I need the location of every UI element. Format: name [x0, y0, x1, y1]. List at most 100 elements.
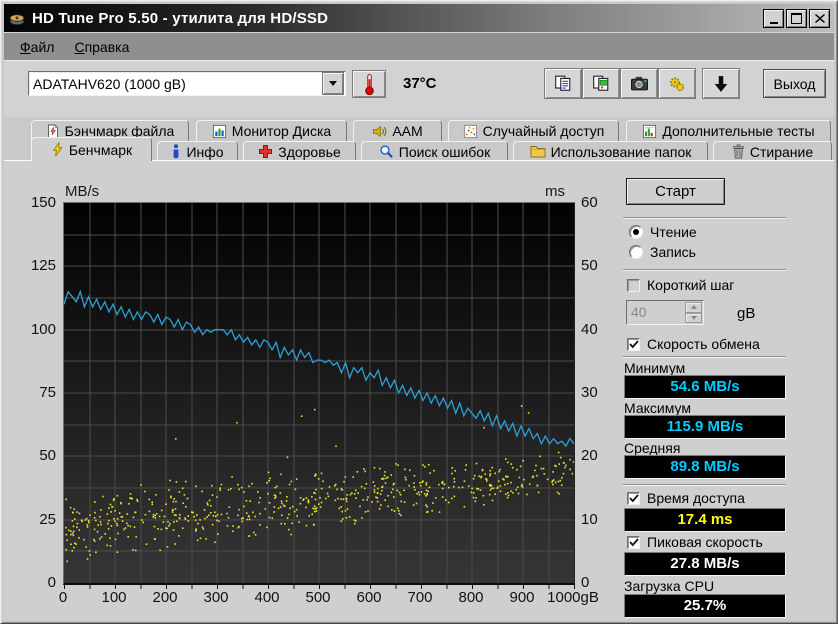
y-left-tick: 100 [31, 321, 56, 338]
menu-file[interactable]: Файл [10, 36, 64, 58]
stride-stepper[interactable]: 40 [626, 300, 704, 325]
tab-disk-monitor[interactable]: Монитор Диска [196, 120, 347, 141]
minimize-button[interactable] [763, 9, 784, 28]
tab-extra-tests[interactable]: Дополнительные тесты [626, 120, 831, 141]
temperature-value: 37°C [403, 75, 437, 92]
y-left-tick: 125 [31, 257, 56, 274]
tab-label: Стирание [750, 144, 813, 160]
window-title: HD Tune Pro 5.50 - утилита для HD/SSD [32, 10, 328, 27]
short-stride-label: Короткий шаг [647, 277, 734, 293]
y-left-axis-title: MB/s [65, 183, 99, 200]
grid-lines [64, 203, 574, 583]
checkbox-icon[interactable] [627, 338, 640, 351]
benchmark-page: MB/s ms 1501251007550250 6050403020100 0… [4, 160, 834, 620]
radio-icon[interactable] [629, 245, 643, 259]
y-left-tick: 150 [31, 194, 56, 211]
menu-help[interactable]: Справка [64, 36, 139, 58]
transfer-rate-checkbox[interactable]: Скорость обмена [627, 336, 760, 352]
write-radio[interactable]: Запись [629, 244, 696, 260]
access-time-label: Время доступа [647, 490, 745, 506]
tab-label: Бенчмарк [69, 142, 132, 158]
check-icon [629, 340, 639, 349]
y-right-tick-labels: 6050403020100 [579, 202, 619, 582]
x-tick: 1000gB [543, 589, 603, 606]
title-bar[interactable]: HD Tune Pro 5.50 - утилита для HD/SSD [4, 4, 834, 32]
tab-label: AAM [392, 123, 422, 139]
y-right-tick: 60 [581, 194, 598, 211]
checkbox-icon[interactable] [627, 279, 640, 292]
benchmark-icon [51, 142, 64, 157]
copy-text-icon [554, 75, 572, 92]
copy-image-button[interactable] [582, 68, 620, 99]
checkbox-icon[interactable] [627, 536, 640, 549]
minimum-value: 54.6 MB/s [624, 375, 786, 399]
speaker-icon [372, 124, 387, 139]
copy-text-button[interactable] [544, 68, 582, 99]
short-stride-checkbox[interactable]: Короткий шаг [627, 277, 734, 293]
maximize-button[interactable] [786, 9, 807, 28]
stepper-up-icon[interactable] [685, 302, 702, 313]
radio-icon[interactable] [629, 225, 643, 239]
y-right-tick: 30 [581, 384, 598, 401]
scatter-icon [463, 124, 478, 139]
y-left-tick: 75 [39, 384, 56, 401]
app-icon [8, 9, 26, 27]
read-radio-label: Чтение [650, 224, 697, 240]
options-button[interactable] [658, 68, 696, 99]
tab-aam[interactable]: AAM [353, 120, 442, 141]
checkbox-icon[interactable] [627, 492, 640, 505]
drive-select[interactable]: ADATAHV620 (1000 gB) [28, 71, 346, 96]
toolbar: ADATAHV620 (1000 gB) 37°C [4, 60, 834, 117]
tab-label: Монитор Диска [232, 123, 331, 139]
start-button[interactable]: Старт [626, 178, 725, 205]
y-right-tick: 20 [581, 447, 598, 464]
x-axis-tick-labels: 01002003004005006007008009001000gB [63, 589, 623, 609]
exit-button[interactable]: Выход [763, 69, 826, 98]
y-right-axis-title: ms [545, 183, 565, 200]
stride-value: 40 [627, 301, 684, 324]
screenshot-button[interactable] [620, 68, 658, 99]
stepper-down-icon[interactable] [685, 313, 702, 324]
chevron-down-icon[interactable] [322, 72, 344, 95]
minimum-label: Минимум [624, 360, 685, 376]
download-arrow-icon [713, 75, 729, 93]
minimize-icon [770, 22, 778, 24]
transfer-rate-label: Скорость обмена [647, 336, 760, 352]
maximum-value: 115.9 MB/s [624, 415, 786, 439]
tab-error-scan[interactable]: Поиск ошибок [361, 141, 508, 161]
download-button[interactable] [702, 68, 740, 99]
app-window: HD Tune Pro 5.50 - утилита для HD/SSD Фа… [0, 0, 838, 624]
tab-info[interactable]: Инфо [157, 141, 238, 161]
search-icon [379, 144, 394, 159]
separator [623, 217, 786, 218]
tab-erase[interactable]: Стирание [713, 141, 832, 161]
separator [623, 269, 786, 270]
read-radio[interactable]: Чтение [629, 224, 697, 240]
separator [623, 356, 786, 357]
access-time-checkbox[interactable]: Время доступа [627, 490, 745, 506]
folder-icon [530, 145, 546, 158]
check-icon [629, 494, 639, 503]
write-radio-label: Запись [650, 244, 696, 260]
tab-random-access[interactable]: Случайный доступ [448, 120, 619, 141]
average-value: 89.8 MB/s [624, 455, 786, 479]
tab-benchmark[interactable]: Бенчмарк [31, 137, 152, 161]
maximize-icon [791, 13, 802, 24]
y-left-tick: 25 [39, 511, 56, 528]
cpu-usage-label: Загрузка CPU [624, 578, 714, 594]
health-cross-icon [258, 144, 273, 159]
burst-rate-label: Пиковая скорость [647, 534, 763, 550]
close-button[interactable] [809, 9, 830, 28]
trash-icon [732, 144, 745, 159]
tab-folder-usage[interactable]: Использование папок [513, 141, 708, 161]
disk-monitor-icon [212, 124, 227, 139]
tab-label: Случайный доступ [483, 123, 605, 139]
y-right-tick: 50 [581, 257, 598, 274]
tab-health[interactable]: Здоровье [243, 141, 356, 161]
tab-label: Поиск ошибок [399, 144, 490, 160]
tab-label: Дополнительные тесты [662, 123, 814, 139]
tab-label: Инфо [186, 144, 223, 160]
temperature-button[interactable] [352, 70, 386, 98]
burst-rate-checkbox[interactable]: Пиковая скорость [627, 534, 763, 550]
stride-unit-label: gB [737, 305, 755, 322]
